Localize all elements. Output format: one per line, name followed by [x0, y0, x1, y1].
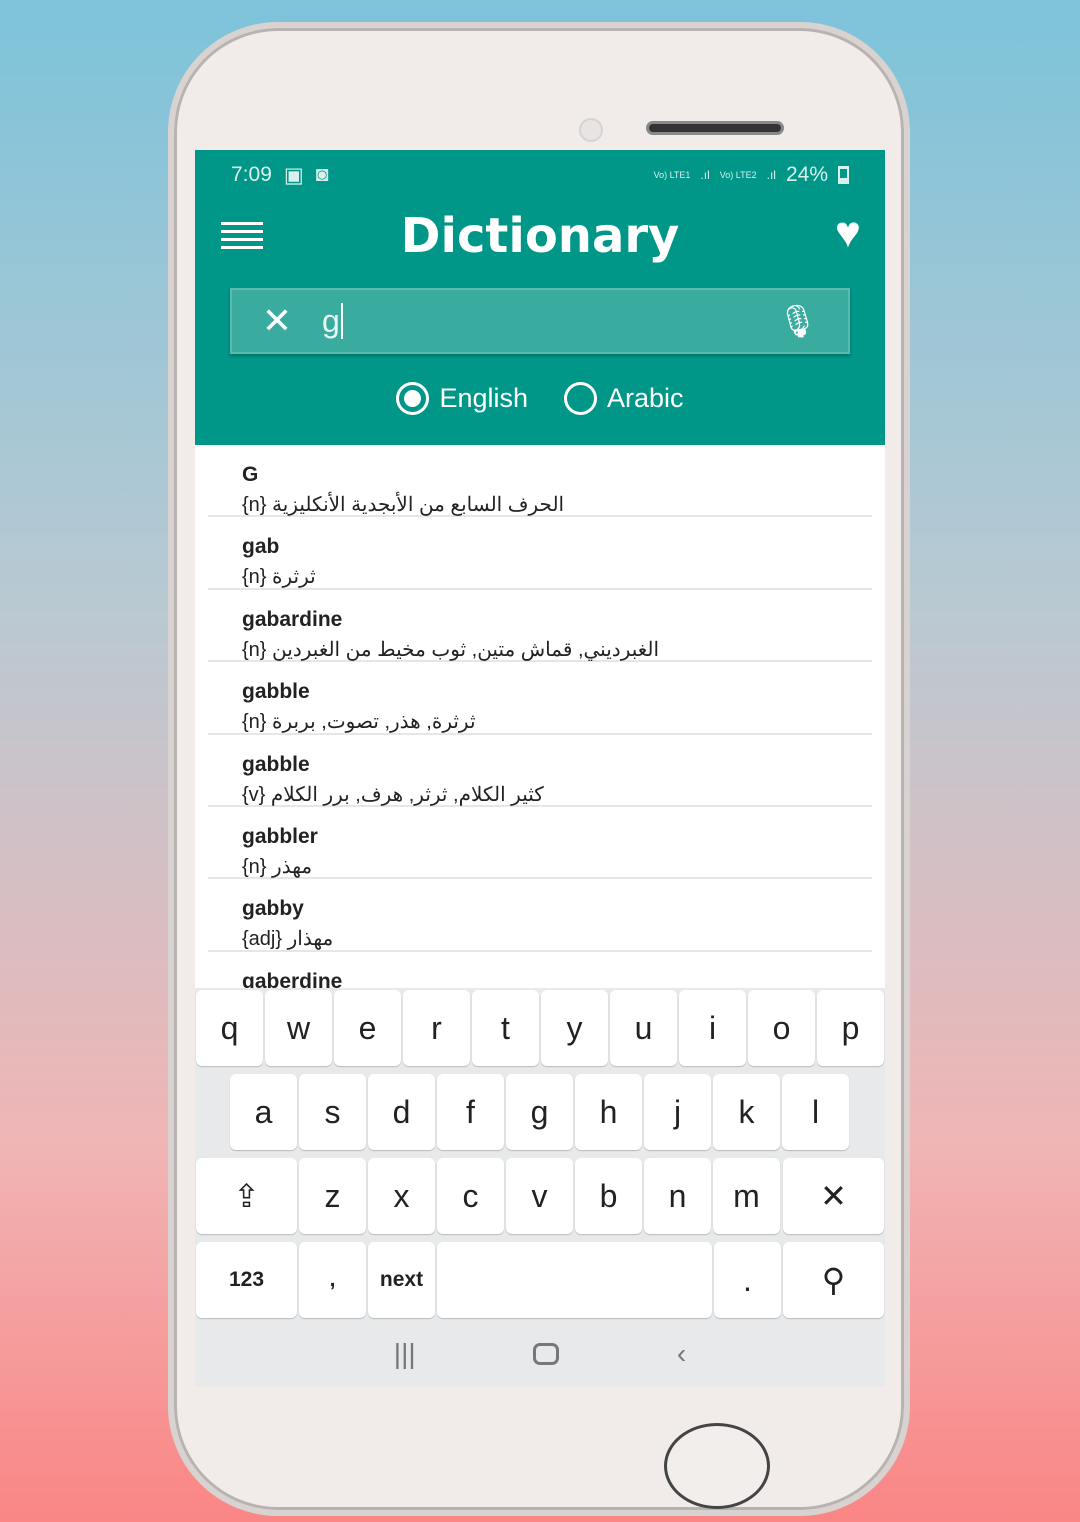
key-k[interactable]: k: [713, 1074, 780, 1150]
earpiece-speaker: [646, 121, 784, 135]
radio-arabic[interactable]: Arabic: [564, 382, 684, 415]
key-x[interactable]: x: [368, 1158, 435, 1234]
key-d[interactable]: d: [368, 1074, 435, 1150]
signal-icon: .ıl: [700, 168, 710, 182]
part-of-speech: {v}: [242, 783, 266, 806]
radio-label: Arabic: [607, 383, 684, 413]
meaning: مهذار: [287, 928, 334, 951]
meaning: مهذر: [272, 855, 313, 878]
key-v[interactable]: v: [506, 1158, 573, 1234]
part-of-speech: {adj}: [242, 928, 283, 951]
key-j[interactable]: j: [644, 1074, 711, 1150]
key-b[interactable]: b: [575, 1158, 642, 1234]
sim1-signal: Vo) LTE1: [653, 169, 691, 180]
results-list: G {n} الحرف السابع من الأبجدية الأنكليزية…: [195, 445, 885, 1025]
radio-label: English: [439, 383, 529, 413]
home-icon[interactable]: [533, 1343, 560, 1365]
meaning: ثرثرة, هذر, تصوت, بربرة: [272, 711, 476, 734]
backspace-key[interactable]: ✕: [783, 1158, 884, 1234]
key-y[interactable]: y: [541, 990, 608, 1066]
list-item[interactable]: gabardine {n} الغبرديني, قماش متين, ثوب م…: [208, 590, 872, 663]
key-g[interactable]: g: [506, 1074, 573, 1150]
status-time: 7:09: [231, 163, 272, 186]
battery-icon: [838, 166, 849, 184]
word: gabble: [242, 752, 310, 776]
navigation-bar: ||| ‹: [195, 1322, 885, 1386]
front-camera: [579, 118, 603, 142]
wifi-icon: ◙: [315, 163, 329, 186]
key-c[interactable]: c: [437, 1158, 504, 1234]
search-input[interactable]: ✕ g 🎙: [230, 288, 850, 354]
key-n[interactable]: n: [644, 1158, 711, 1234]
key-z[interactable]: z: [299, 1158, 366, 1234]
key-q[interactable]: q: [196, 990, 263, 1066]
part-of-speech: {n}: [242, 855, 267, 878]
word: gabby: [242, 897, 304, 921]
key-p[interactable]: p: [817, 990, 884, 1066]
part-of-speech: {n}: [242, 638, 267, 661]
key-u[interactable]: u: [610, 990, 677, 1066]
list-item[interactable]: gabbler {n} مهذر: [208, 807, 872, 880]
search-value[interactable]: g: [322, 303, 343, 339]
key-r[interactable]: r: [403, 990, 470, 1066]
back-icon[interactable]: ‹: [677, 1338, 686, 1370]
key-l[interactable]: l: [782, 1074, 849, 1150]
meaning: كثير الكلام, ثرثر, هرف, برر الكلام: [270, 783, 544, 806]
period-key[interactable]: .: [714, 1242, 781, 1318]
recent-apps-icon[interactable]: |||: [394, 1338, 416, 1370]
list-item[interactable]: gab {n} ثرثرة: [208, 517, 872, 590]
list-item[interactable]: G {n} الحرف السابع من الأبجدية الأنكليزية: [208, 445, 872, 518]
numbers-key[interactable]: 123: [196, 1242, 297, 1318]
close-icon[interactable]: ✕: [232, 300, 322, 342]
word: gabble: [242, 680, 310, 704]
key-w[interactable]: w: [265, 990, 332, 1066]
list-item[interactable]: gabble {n} ثرثرة, هذر, تصوت, بربرة: [208, 662, 872, 735]
key-f[interactable]: f: [437, 1074, 504, 1150]
meaning: الغبرديني, قماش متين, ثوب مخيط من الغبرد…: [272, 638, 660, 661]
key-t[interactable]: t: [472, 990, 539, 1066]
radio-english[interactable]: English: [396, 382, 528, 415]
radio-unchecked-icon[interactable]: [564, 382, 598, 415]
key-i[interactable]: i: [679, 990, 746, 1066]
keyboard: q w e r t y u i o p a s d f g h j k l ⇪ z x c v b n m ✕ 123, next. ⚲: [195, 988, 885, 1322]
shift-key[interactable]: ⇪: [196, 1158, 297, 1234]
sim2-signal: Vo) LTE2: [719, 169, 757, 180]
microphone-icon[interactable]: 🎙: [777, 302, 818, 340]
search-key[interactable]: ⚲: [783, 1242, 884, 1318]
home-button[interactable]: [664, 1423, 770, 1509]
battery-level: 24%: [785, 163, 828, 186]
meaning: الحرف السابع من الأبجدية الأنكليزية: [272, 494, 565, 516]
key-s[interactable]: s: [299, 1074, 366, 1150]
key-e[interactable]: e: [334, 990, 401, 1066]
key-o[interactable]: o: [748, 990, 815, 1066]
status-bar: 7:09 ▣ ◙ Vo) LTE1 .ıl Vo) LTE2 .ıl 24%: [195, 150, 885, 200]
comma-key[interactable]: ,: [299, 1242, 366, 1318]
list-item[interactable]: gabble {v} كثير الكلام, ثرثر, هرف, برر ال…: [208, 735, 872, 807]
word: gabardine: [242, 607, 343, 631]
word: G: [242, 463, 259, 486]
list-item[interactable]: gabby {adj} مهذار: [208, 879, 872, 952]
space-key[interactable]: [437, 1242, 712, 1318]
heart-icon[interactable]: ♥: [835, 208, 861, 258]
language-selector: English Arabic: [195, 382, 885, 415]
part-of-speech: {n}: [242, 711, 267, 734]
gallery-icon: ▣: [283, 163, 304, 187]
key-a[interactable]: a: [230, 1074, 297, 1150]
signal-icon: .ıl: [766, 168, 776, 182]
next-key[interactable]: next: [368, 1242, 435, 1318]
key-m[interactable]: m: [713, 1158, 780, 1234]
meaning: ثرثرة: [272, 566, 316, 589]
word: gab: [242, 535, 280, 559]
key-h[interactable]: h: [575, 1074, 642, 1150]
part-of-speech: {n}: [242, 566, 267, 589]
screen: 7:09 ▣ ◙ Vo) LTE1 .ıl Vo) LTE2 .ıl 24% D…: [195, 150, 885, 1386]
page-title: Dictionary: [400, 208, 680, 264]
app-header: 7:09 ▣ ◙ Vo) LTE1 .ıl Vo) LTE2 .ıl 24% D…: [195, 150, 885, 445]
part-of-speech: {n}: [242, 494, 267, 516]
radio-checked-icon[interactable]: [396, 382, 430, 415]
word: gabbler: [242, 824, 318, 848]
